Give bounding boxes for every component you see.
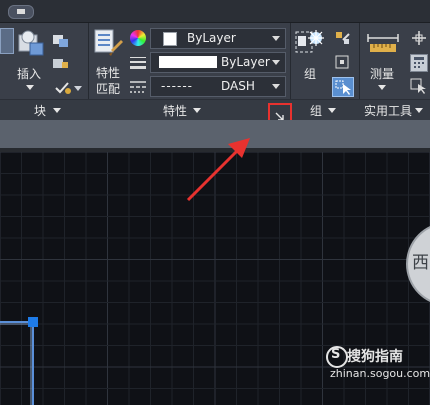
color-wheel-icon [130, 30, 146, 46]
title-bar [0, 0, 430, 23]
linetype-preview: ------ [161, 79, 193, 93]
utilities-panel-caret[interactable] [415, 108, 423, 113]
utilities-panel-title[interactable]: 实用工具 [364, 102, 412, 119]
annotation-arrow [186, 138, 250, 202]
chevron-down-icon [272, 36, 280, 41]
chevron-down-icon [272, 84, 280, 89]
color-swatch [163, 32, 177, 46]
lineweight-dropdown[interactable]: ByLayer [150, 52, 286, 73]
measure-dropdown-caret[interactable] [378, 85, 386, 90]
group-panel-title[interactable]: 组 [310, 102, 322, 119]
block-attributes-icon[interactable] [54, 80, 72, 94]
quick-access-menu-button[interactable] [8, 5, 34, 19]
color-value: ByLayer [187, 31, 236, 45]
insert-label[interactable]: 插入 [17, 65, 41, 82]
block-tool-icon[interactable] [0, 28, 14, 54]
lineweight-icon [130, 55, 146, 69]
group-selection-toggle-icon[interactable] [332, 77, 354, 97]
linetype-icon [130, 79, 146, 93]
properties-panel-title[interactable]: 特性 [163, 102, 187, 119]
match-properties-label-line2[interactable]: 匹配 [96, 80, 120, 97]
block-panel-caret[interactable] [53, 108, 61, 113]
polyline-highlight [0, 323, 32, 405]
grip-point[interactable] [28, 317, 38, 327]
watermark-brand: 搜狗指南 [347, 349, 403, 365]
calculator-icon[interactable] [410, 54, 428, 72]
linetype-dropdown[interactable]: ------ DASH [150, 76, 286, 97]
chevron-down-icon [272, 60, 280, 65]
insert-block-icon[interactable] [16, 27, 46, 59]
selected-polyline[interactable] [0, 321, 34, 405]
create-block-icon[interactable] [52, 31, 70, 49]
watermark-url: zhinan.sogou.com [330, 367, 430, 380]
lineweight-value: ByLayer [221, 55, 270, 69]
measure-label[interactable]: 测量 [370, 65, 394, 82]
group-panel-caret[interactable] [328, 108, 336, 113]
group-label[interactable]: 组 [304, 65, 316, 82]
match-properties-icon[interactable] [93, 28, 125, 60]
lineweight-swatch [159, 56, 217, 68]
linetype-value: DASH [221, 79, 255, 93]
properties-panel-caret[interactable] [193, 108, 201, 113]
insert-dropdown-caret[interactable] [26, 85, 34, 90]
edit-block-icon[interactable] [52, 56, 70, 70]
match-properties-label-line1[interactable]: 特性 [96, 64, 120, 81]
color-dropdown[interactable]: ByLayer [150, 28, 286, 49]
point-style-icon[interactable] [410, 30, 428, 46]
watermark-logo: S [326, 346, 348, 368]
attributes-dropdown-caret[interactable] [74, 86, 82, 91]
group-edit-icon[interactable] [334, 54, 352, 70]
measure-icon[interactable] [366, 30, 400, 56]
group-icon[interactable] [294, 28, 326, 58]
ungroup-icon[interactable] [334, 30, 352, 46]
block-panel-title[interactable]: 块 [34, 102, 46, 119]
viewcube-face-label[interactable]: 西 [412, 248, 429, 273]
quick-select-icon[interactable] [410, 78, 428, 94]
